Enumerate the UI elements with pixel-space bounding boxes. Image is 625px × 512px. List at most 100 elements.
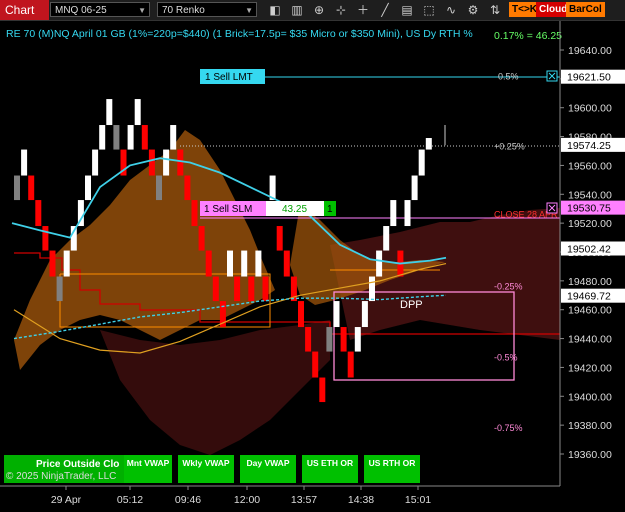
renko-brick [141, 125, 148, 150]
bar-type-icon[interactable]: ▥ [288, 2, 306, 18]
toolbar: Chart MNQ 06-25 ▼ 70 Renko ▼ ◧ ▥ ⊕ ⊹ ＋ ╱… [0, 0, 625, 21]
price-tick-label: 19420.00 [568, 362, 612, 374]
renko-brick [298, 301, 304, 328]
renko-brick [99, 125, 106, 150]
renko-brick [14, 175, 20, 201]
renko-brick [42, 226, 49, 251]
vwap-button-label: Mnt VWAP [127, 458, 170, 468]
renko-brick [361, 301, 368, 328]
renko-brick [234, 276, 241, 302]
chevron-down-icon: ▼ [245, 6, 253, 15]
renko-brick [113, 125, 120, 150]
chart-header-percent: 0.17% = 46.25 [494, 30, 562, 42]
renko-brick [319, 377, 326, 403]
renko-brick [276, 226, 283, 251]
price-tag-label: 19469.72 [567, 291, 611, 303]
price-tag-label: 19530.75 [567, 203, 611, 215]
price-tick-label: 19400.00 [568, 391, 612, 403]
chart-tab[interactable]: Chart [0, 0, 49, 20]
vwap-button[interactable]: US ETH OR [302, 455, 358, 483]
indicator-icon[interactable]: ∿ [442, 2, 460, 18]
renko-brick [411, 175, 418, 201]
bar-type-select[interactable]: 70 Renko ▼ [157, 2, 257, 17]
vwap-button[interactable]: US RTH OR [364, 455, 420, 483]
renko-brick [198, 226, 205, 251]
level-label: -0.5% [494, 352, 518, 362]
vwap-button-label: Wkly VWAP [182, 458, 230, 468]
sell-slm-label: 1 Sell SLM [204, 204, 252, 215]
renko-brick [227, 250, 233, 277]
vwap-button-label: Day VWAP [247, 458, 290, 468]
price-chart[interactable]: DPP RE 70 (M)NQ April 01 GB (1%=220p=$44… [0, 21, 625, 512]
price-tag: 19574.25 [561, 137, 625, 152]
vwap-button[interactable]: Mnt VWAP [124, 455, 172, 483]
price-tag: 19621.50 [561, 69, 625, 84]
price-tag: 19530.75 [561, 200, 625, 215]
renko-brick [191, 200, 198, 227]
renko-brick [340, 327, 347, 352]
strategy-icon[interactable]: ⚙ [464, 2, 482, 18]
shape-tool-icon[interactable]: ⬚ [420, 2, 438, 18]
plus-icon[interactable]: ＋ [354, 2, 372, 18]
bar-type-value: 70 Renko [162, 5, 205, 16]
bottom-panel: Price Outside Clo © 2025 NinjaTrader, LL… [4, 455, 420, 483]
time-tick-label: 29 Apr [51, 494, 82, 506]
renko-brick [354, 327, 361, 352]
time-tick-label: 13:57 [291, 494, 317, 506]
renko-brick [369, 276, 375, 302]
time-tick-label: 05:12 [117, 494, 143, 506]
renko-brick [205, 250, 212, 277]
price-tag: 19469.72 [561, 288, 625, 303]
line-tool-icon[interactable]: ╱ [376, 2, 394, 18]
renko-brick [248, 276, 255, 302]
level-label: -0.25% [494, 282, 523, 292]
dpp-label: DPP [400, 299, 423, 311]
renko-brick [49, 250, 56, 277]
sell-slm-order[interactable]: 1 Sell SLM 43.25 1 [200, 201, 336, 216]
vwap-button-label: US ETH OR [307, 458, 353, 468]
renko-brick [418, 149, 425, 176]
renko-brick [404, 200, 411, 227]
instrument-select[interactable]: MNQ 06-25 ▼ [50, 2, 150, 17]
vwap-button[interactable]: Wkly VWAP [178, 455, 234, 483]
pointer-icon[interactable]: ◧ [266, 2, 284, 18]
price-tick-label: 19480.00 [568, 276, 612, 288]
renko-brick [156, 175, 162, 201]
chart-header-info: RE 70 (M)NQ April 01 GB (1%=220p=$440) (… [6, 28, 473, 40]
vwap-button[interactable]: Day VWAP [240, 455, 296, 483]
renko-brick [305, 327, 312, 352]
level-label: +0.25% [494, 142, 525, 152]
renko-brick [212, 276, 219, 302]
renko-brick [177, 149, 184, 176]
renko-brick [283, 250, 290, 277]
time-tick-label: 12:00 [234, 494, 260, 506]
renko-brick [28, 175, 35, 201]
renko-brick [262, 276, 269, 302]
renko-brick [333, 301, 340, 328]
time-tick-label: 14:38 [348, 494, 374, 506]
renko-brick [85, 175, 91, 201]
renko-brick [390, 200, 397, 227]
sell-lmt-order[interactable]: 1 Sell LMT [200, 69, 265, 84]
price-tag: 19502.42 [561, 241, 625, 256]
renko-brick [127, 125, 134, 150]
text-tool-icon[interactable]: ▤ [398, 2, 416, 18]
price-tick-label: 19560.00 [568, 160, 612, 172]
price-tag-label: 19574.25 [567, 140, 611, 152]
trade-icon[interactable]: ⇅ [486, 2, 504, 18]
price-tick-label: 19540.00 [568, 189, 612, 201]
renko-brick [425, 138, 432, 150]
crosshair-icon[interactable]: ⊹ [332, 2, 350, 18]
vwap-button-label: US RTH OR [369, 458, 416, 468]
renko-brick [170, 125, 177, 150]
copyright-text: © 2025 NinjaTrader, LLC [6, 471, 116, 482]
renko-brick [63, 250, 70, 277]
renko-brick [35, 200, 42, 227]
time-tick-label: 15:01 [405, 494, 431, 506]
renko-brick [312, 351, 319, 378]
price-tick-label: 19600.00 [568, 103, 612, 115]
time-tick-label: 09:46 [175, 494, 201, 506]
magnifier-icon[interactable]: ⊕ [310, 2, 328, 18]
barcol-toggle[interactable]: BarCol [566, 2, 605, 17]
price-tick-label: 19520.00 [568, 218, 612, 230]
